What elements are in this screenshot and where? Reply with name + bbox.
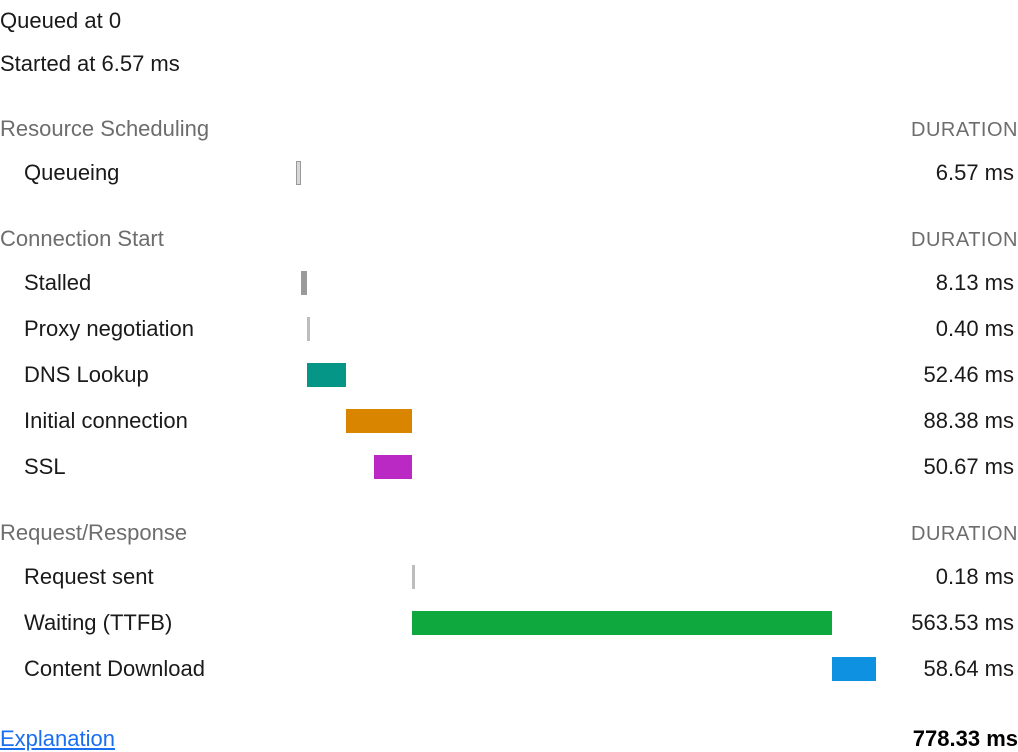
timing-row: SSL 50.67 ms (0, 444, 1018, 490)
section-title: Resource Scheduling (0, 116, 209, 142)
timing-row-label: Queueing (0, 160, 296, 186)
timing-row: Queueing 6.57 ms (0, 150, 1018, 196)
total-duration: 778.33 ms (913, 726, 1018, 752)
timing-bar (301, 271, 307, 295)
timing-row-value: 8.13 ms (876, 270, 1018, 296)
timing-row-value: 0.40 ms (876, 316, 1018, 342)
timing-bar (832, 657, 876, 681)
timing-row-label: Proxy negotiation (0, 316, 296, 342)
timing-bar-track (296, 407, 876, 435)
timing-section: Connection Start DURATION Stalled 8.13 ms Pr… (0, 226, 1018, 490)
timing-panel: Queued at 0 Started at 6.57 ms Resource … (0, 0, 1018, 752)
timing-row-value: 58.64 ms (876, 656, 1018, 682)
section-duration-header: DURATION (911, 119, 1018, 142)
timing-bar (346, 409, 412, 433)
timing-row-value: 0.18 ms (876, 564, 1018, 590)
section-header: Request/Response DURATION (0, 520, 1018, 554)
section-title: Request/Response (0, 520, 187, 546)
timing-bar-track (296, 361, 876, 389)
section-title: Connection Start (0, 226, 164, 252)
timing-row-value: 88.38 ms (876, 408, 1018, 434)
timing-row: Content Download 58.64 ms (0, 646, 1018, 692)
timing-row: Waiting (TTFB) 563.53 ms (0, 600, 1018, 646)
timing-bar-track (296, 609, 876, 637)
timing-row-label: Waiting (TTFB) (0, 610, 296, 636)
timing-bar (374, 455, 412, 479)
timing-bar (412, 611, 832, 635)
timing-row-label: DNS Lookup (0, 362, 296, 388)
timing-row-label: Stalled (0, 270, 296, 296)
timing-bar-track (296, 453, 876, 481)
timing-row-label: Request sent (0, 564, 296, 590)
section-header: Resource Scheduling DURATION (0, 116, 1018, 150)
timing-bar (307, 363, 346, 387)
queued-at: Queued at 0 (0, 0, 1018, 43)
timing-row-label: SSL (0, 454, 296, 480)
timing-row-value: 50.67 ms (876, 454, 1018, 480)
timing-row-value: 52.46 ms (876, 362, 1018, 388)
timing-row: Initial connection 88.38 ms (0, 398, 1018, 444)
section-header: Connection Start DURATION (0, 226, 1018, 260)
started-at: Started at 6.57 ms (0, 43, 1018, 86)
timing-row: DNS Lookup 52.46 ms (0, 352, 1018, 398)
timing-bar (412, 565, 415, 589)
timing-row-label: Content Download (0, 656, 296, 682)
timing-row-value: 563.53 ms (876, 610, 1018, 636)
timing-row-label: Initial connection (0, 408, 296, 434)
section-duration-header: DURATION (911, 229, 1018, 252)
timing-row: Request sent 0.18 ms (0, 554, 1018, 600)
timing-bar (307, 317, 310, 341)
timing-bar-track (296, 315, 876, 343)
timing-row: Proxy negotiation 0.40 ms (0, 306, 1018, 352)
timing-bar-track (296, 655, 876, 683)
timing-section: Resource Scheduling DURATION Queueing 6.57 … (0, 116, 1018, 196)
timing-bar-track (296, 159, 876, 187)
timing-row: Stalled 8.13 ms (0, 260, 1018, 306)
timing-row-value: 6.57 ms (876, 160, 1018, 186)
timing-bar-track (296, 563, 876, 591)
timing-section: Request/Response DURATION Request sent 0.18… (0, 520, 1018, 692)
timing-bar (296, 161, 301, 185)
timing-bar-track (296, 269, 876, 297)
footer: Explanation 778.33 ms (0, 726, 1018, 752)
explanation-link[interactable]: Explanation (0, 726, 115, 752)
section-duration-header: DURATION (911, 523, 1018, 546)
